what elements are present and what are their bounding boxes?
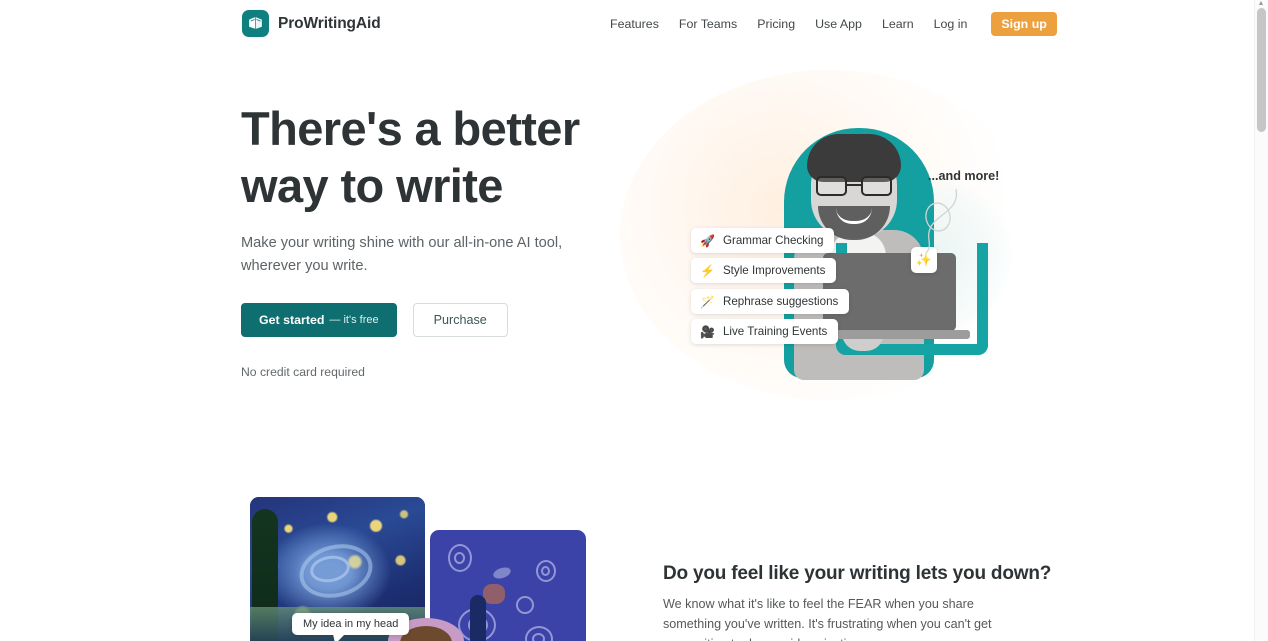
magic-wand-icon: 🪄 (700, 294, 715, 309)
hero-title-line-1: There's a better (241, 102, 580, 155)
site-header: ProWritingAid Features For Teams Pricing… (0, 0, 1254, 48)
feature-chip-grammar-checking[interactable]: 🚀 Grammar Checking (691, 228, 835, 253)
purchase-button[interactable]: Purchase (412, 303, 508, 337)
feature-chip-rephrase-suggestions[interactable]: 🪄 Rephrase suggestions (691, 289, 850, 314)
feature-chip-label: Live Training Events (722, 325, 828, 338)
feature-chip-label: Style Improvements (722, 264, 826, 277)
brand-logo[interactable]: ProWritingAid (242, 10, 381, 37)
section-body: We know what it's like to feel the FEAR … (663, 597, 992, 641)
feature-chip-label: Rephrase suggestions (722, 295, 839, 308)
doodle-shape (541, 566, 550, 576)
hero-title: There's a better way to write (241, 100, 661, 214)
nav-item-learn[interactable]: Learn (872, 11, 924, 37)
scrollbar-up-arrow-icon[interactable]: ▲ (1257, 0, 1265, 7)
nav-item-features[interactable]: Features (600, 11, 669, 37)
doodle-shape (532, 633, 545, 641)
no-credit-card-note: No credit card required (241, 365, 365, 379)
get-started-button[interactable]: Get started — it's free (241, 303, 397, 337)
doodle-shape (516, 596, 534, 614)
main-nav: Features For Teams Pricing Use App Learn… (600, 8, 1057, 40)
nav-item-use-app[interactable]: Use App (805, 11, 872, 37)
section-title: Do you feel like your writing lets you d… (663, 563, 1052, 584)
brand-name: ProWritingAid (278, 14, 381, 32)
doodle-tree (470, 595, 486, 641)
hero-cta-row: Get started — it's free Purchase (241, 303, 508, 337)
feature-chip-live-training-events[interactable]: 🎥 Live Training Events (691, 319, 839, 344)
sparkles-icon: ✨ (915, 252, 933, 267)
sparkles-badge: ✨ (911, 247, 937, 273)
doodle-shape (454, 552, 465, 564)
hero-illustration: 🚀 Grammar Checking ⚡ Style Improvements … (660, 95, 1020, 385)
hero-title-line-2: way to write (241, 159, 503, 212)
doodle-orange-shape (483, 584, 505, 604)
idea-in-my-head-caption: My idea in my head (292, 613, 410, 635)
sign-up-button[interactable]: Sign up (991, 11, 1057, 37)
page-scrollbar-thumb[interactable] (1257, 8, 1266, 132)
nav-item-pricing[interactable]: Pricing (747, 11, 805, 37)
nav-item-for-teams[interactable]: For Teams (669, 11, 747, 37)
rocket-icon: 🚀 (700, 233, 715, 248)
get-started-sublabel: — it's free (329, 314, 379, 326)
and-more-label: ...and more! (928, 169, 1000, 183)
feature-chip-label: Grammar Checking (722, 234, 824, 247)
doodle-leaf (491, 565, 513, 581)
person-hair (807, 134, 901, 182)
person-glasses-icon (816, 176, 892, 196)
video-camera-icon: 🎥 (700, 324, 715, 339)
get-started-label: Get started (259, 313, 325, 327)
lightning-icon: ⚡ (700, 263, 715, 278)
page-root: ProWritingAid Features For Teams Pricing… (0, 0, 1268, 641)
hero-subtitle: Make your writing shine with our all-in-… (241, 235, 563, 274)
feature-chip-style-improvements[interactable]: ⚡ Style Improvements (691, 258, 837, 283)
book-logo-icon (242, 10, 269, 37)
page-scrollbar-track[interactable]: ▲ (1254, 0, 1268, 641)
nav-item-log-in[interactable]: Log in (924, 11, 978, 37)
